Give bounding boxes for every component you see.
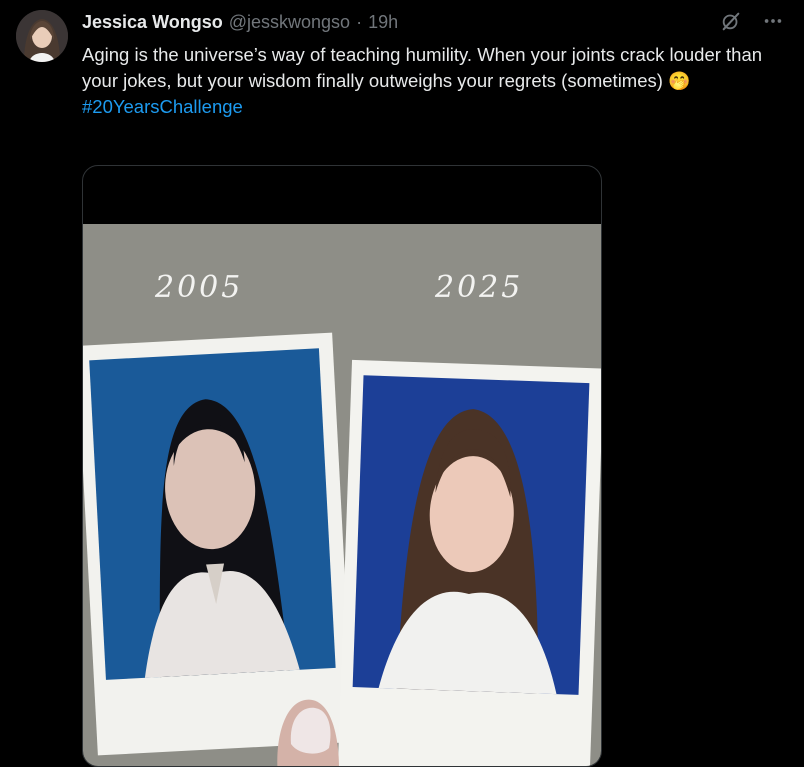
tweet-text-content: Aging is the universe’s way of teaching … (82, 44, 763, 91)
tweet-media[interactable]: 2005 2025 (82, 165, 602, 767)
polaroid-2005 (83, 332, 354, 756)
photo-image (83, 224, 601, 766)
tweet-header: Jessica Wongso @jesskwongso · 19h (82, 12, 398, 36)
polaroid-2025 (337, 359, 601, 766)
face-with-hand-over-mouth-emoji: 🤭 (668, 71, 691, 91)
year-label-2025: 2025 (435, 270, 524, 305)
handle[interactable]: @jesskwongso (229, 12, 350, 33)
tweet: Jessica Wongso @jesskwongso · 19h Aging … (0, 0, 804, 767)
more-button[interactable] (762, 10, 784, 32)
avatar-image (16, 10, 68, 62)
hashtag-link[interactable]: #20YearsChallenge (82, 94, 782, 120)
year-label-2005: 2005 (155, 270, 244, 305)
separator-dot: · (356, 12, 363, 32)
more-dots-icon (764, 19, 782, 23)
avatar[interactable] (16, 10, 68, 62)
display-name[interactable]: Jessica Wongso (82, 12, 223, 33)
tweet-text: Aging is the universe’s way of teaching … (82, 42, 782, 120)
timestamp[interactable]: 19h (368, 12, 398, 33)
tweet-actions (720, 10, 784, 32)
grok-button[interactable] (720, 10, 742, 32)
slashed-circle-icon (722, 12, 740, 31)
